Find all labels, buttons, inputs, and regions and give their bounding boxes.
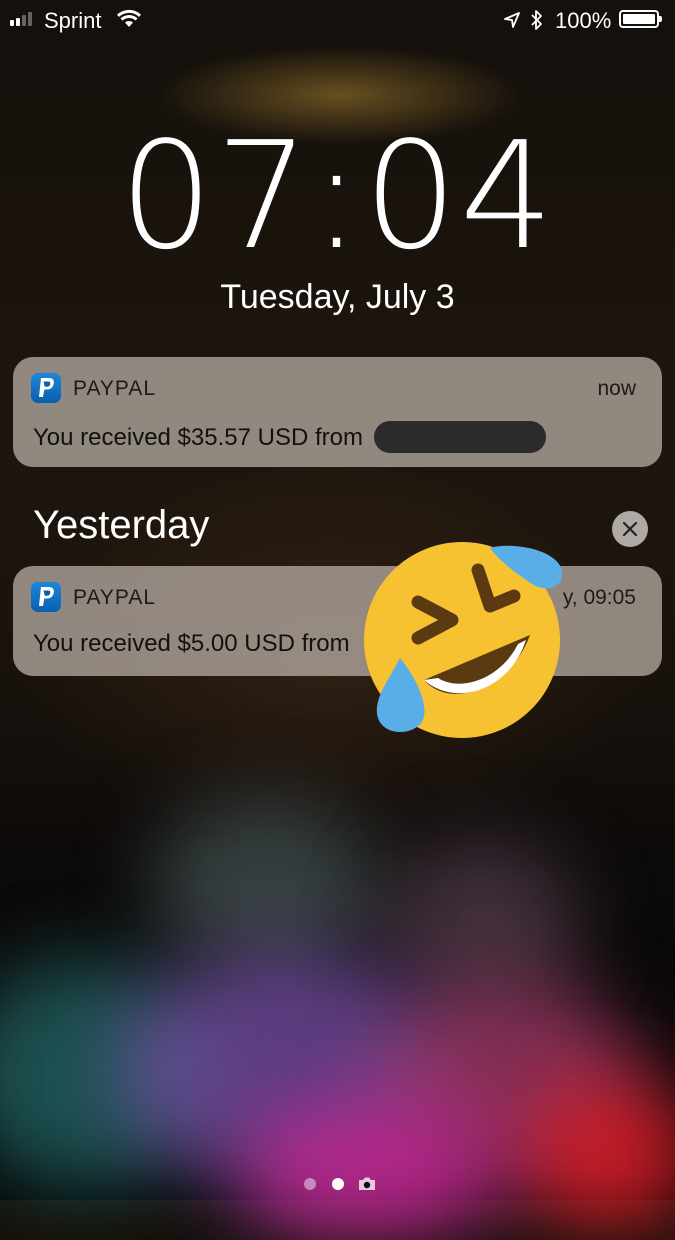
lock-clock: 07:04 (119, 110, 556, 282)
status-bar: Sprint 100% (0, 0, 675, 40)
notification-time: now (597, 377, 636, 400)
redacted-sender (373, 421, 546, 453)
clear-notifications-button[interactable] (612, 511, 648, 547)
notification-paypal-now[interactable]: PAYPAL now You received $35.57 USD from (13, 357, 662, 467)
signal-icon (10, 12, 32, 26)
notification-app-name: PAYPAL (73, 586, 157, 609)
bluetooth-icon (530, 9, 544, 36)
notification-message-text: You received $35.57 USD from (33, 424, 363, 451)
notification-message: You received $35.57 USD from (33, 421, 546, 453)
battery-percent: 100% (555, 8, 612, 33)
close-icon (622, 521, 638, 537)
rolling-on-floor-laughing-emoji (360, 540, 565, 745)
location-arrow-icon (503, 11, 521, 34)
page-indicator[interactable] (0, 1174, 675, 1194)
notification-time: y, 09:05 (562, 586, 636, 609)
page-dot[interactable] (304, 1178, 316, 1190)
wifi-icon (116, 9, 142, 34)
page-dot-active[interactable] (332, 1178, 344, 1190)
camera-icon[interactable] (357, 1176, 377, 1197)
paypal-icon (31, 373, 61, 403)
battery-icon (619, 10, 662, 28)
notification-message-text: You received $5.00 USD from (33, 630, 350, 657)
notification-app-name: PAYPAL (73, 377, 157, 400)
paypal-icon (31, 582, 61, 612)
lock-date: Tuesday, July 3 (220, 278, 455, 316)
carrier-label: Sprint (44, 8, 102, 33)
notification-message: You received $5.00 USD from (33, 630, 350, 658)
section-title-yesterday: Yesterday (33, 503, 210, 547)
